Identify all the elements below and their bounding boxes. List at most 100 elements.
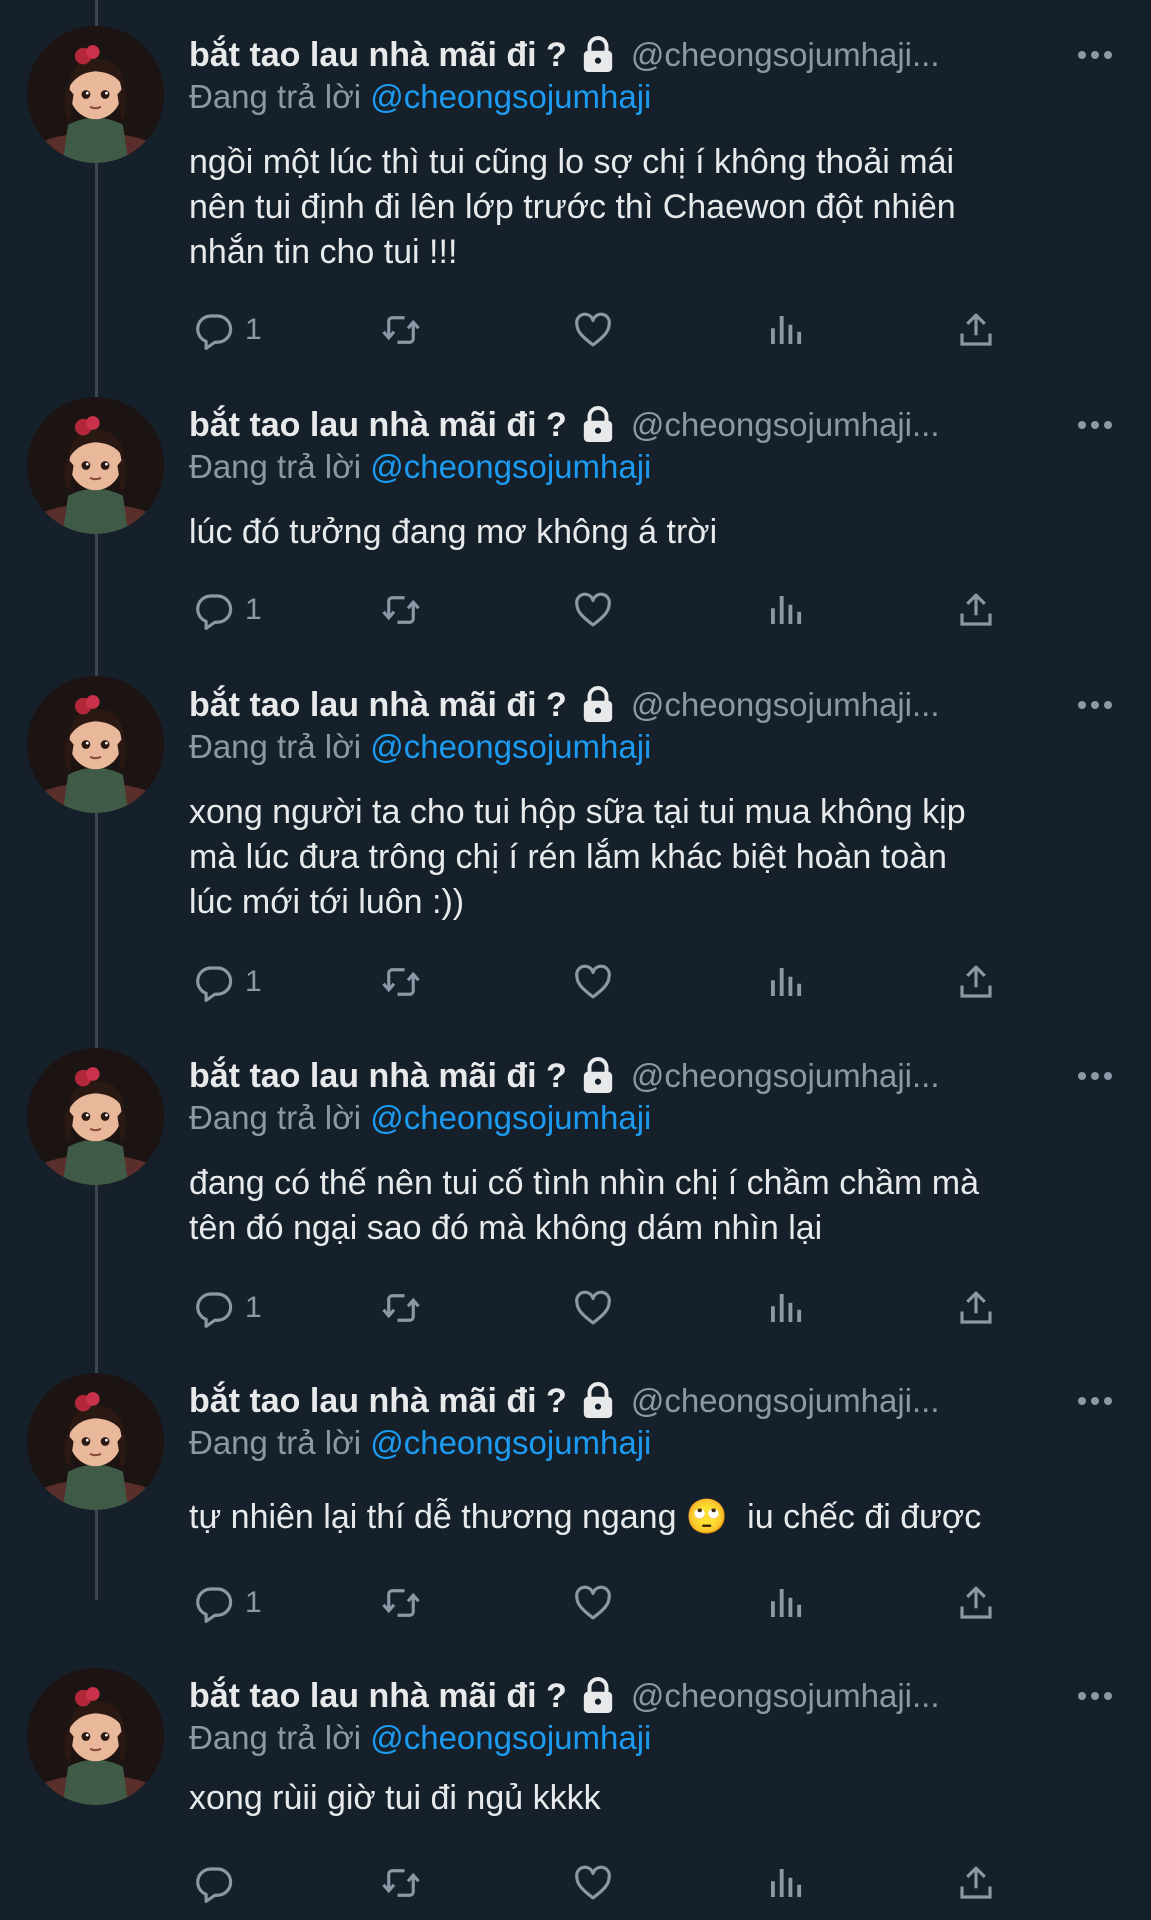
like-button[interactable] [572, 1579, 614, 1627]
views-button[interactable] [764, 306, 806, 354]
replying-to-label: Đang trả lời [189, 78, 362, 115]
thread-page: bắt tao lau nhà mãi đi ? @cheongsojumhaj… [0, 0, 1151, 1920]
author-handle[interactable]: @cheongsojumhaji... [631, 36, 940, 74]
author-name[interactable]: bắt tao lau nhà mãi đi ? [189, 1677, 567, 1716]
views-icon [771, 968, 802, 996]
share-icon [960, 1291, 992, 1324]
views-button[interactable] [764, 958, 806, 1006]
retweet-icon [382, 596, 420, 624]
avatar-image [27, 26, 164, 163]
retweet-button[interactable] [380, 958, 422, 1006]
tweet-header: bắt tao lau nhà mãi đi ? @cheongsojumhaj… [189, 30, 940, 80]
reply-button[interactable]: 1 [193, 306, 262, 354]
like-icon [575, 312, 611, 347]
retweet-button[interactable] [380, 1859, 422, 1907]
replying-to-mention[interactable]: @cheongsojumhaji [370, 1719, 651, 1756]
avatar[interactable] [27, 1048, 164, 1185]
author-handle[interactable]: @cheongsojumhaji... [631, 1677, 940, 1715]
like-button[interactable] [572, 958, 614, 1006]
views-icon [771, 1589, 802, 1617]
reply-button[interactable]: 1 [193, 958, 262, 1006]
like-button[interactable] [572, 1284, 614, 1332]
share-button[interactable] [955, 1859, 997, 1907]
author-handle[interactable]: @cheongsojumhaji... [631, 686, 940, 724]
replying-to-label: Đang trả lời [189, 1719, 362, 1756]
replying-to: Đang trả lời @cheongsojumhaji [189, 78, 651, 116]
views-button[interactable] [764, 1859, 806, 1907]
share-icon [960, 1586, 992, 1619]
retweet-button[interactable] [380, 1579, 422, 1627]
tweet-actions: 1 [189, 586, 1089, 634]
more-icon[interactable] [1077, 1071, 1113, 1081]
like-button[interactable] [572, 1859, 614, 1907]
replying-to-mention[interactable]: @cheongsojumhaji [370, 448, 651, 485]
like-button[interactable] [572, 586, 614, 634]
reply-icon [196, 966, 233, 1002]
reply-button[interactable]: 1 [193, 586, 262, 634]
like-icon [575, 1585, 611, 1620]
share-button[interactable] [955, 306, 997, 354]
share-button[interactable] [955, 586, 997, 634]
tweet-text: xong rùii giờ tui đi ngủ kkkk [189, 1779, 601, 1817]
like-icon [575, 592, 611, 627]
more-icon[interactable] [1077, 50, 1113, 60]
views-button[interactable] [764, 586, 806, 634]
replying-to-label: Đang trả lời [189, 448, 362, 485]
share-button[interactable] [955, 958, 997, 1006]
tweet-header: bắt tao lau nhà mãi đi ? @cheongsojumhaj… [189, 400, 940, 450]
retweet-button[interactable] [380, 306, 422, 354]
replying-to-mention[interactable]: @cheongsojumhaji [370, 1424, 651, 1461]
author-name[interactable]: bắt tao lau nhà mãi đi ? [189, 36, 567, 75]
tweet-header: bắt tao lau nhà mãi đi ? @cheongsojumhaj… [189, 1671, 940, 1721]
more-icon[interactable] [1077, 700, 1113, 710]
avatar-image [27, 676, 164, 813]
replying-to-mention[interactable]: @cheongsojumhaji [370, 728, 651, 765]
reply-button[interactable]: 1 [193, 1284, 262, 1332]
tweet-actions [189, 1859, 1089, 1907]
replying-to-mention[interactable]: @cheongsojumhaji [370, 1099, 651, 1136]
like-button[interactable] [572, 306, 614, 354]
author-handle[interactable]: @cheongsojumhaji... [631, 1382, 940, 1420]
avatar[interactable] [27, 1373, 164, 1510]
reply-count: 1 [245, 1291, 262, 1324]
views-icon [771, 596, 802, 624]
retweet-button[interactable] [380, 1284, 422, 1332]
reply-icon [196, 1867, 233, 1903]
avatar[interactable] [27, 26, 164, 163]
views-button[interactable] [764, 1284, 806, 1332]
lock-icon [583, 1057, 612, 1093]
author-handle[interactable]: @cheongsojumhaji... [631, 406, 940, 444]
author-name[interactable]: bắt tao lau nhà mãi đi ? [189, 1382, 567, 1421]
tweet-header: bắt tao lau nhà mãi đi ? @cheongsojumhaj… [189, 1051, 940, 1101]
tweet-text: đang có thế nên tui cố tình nhìn chị í c… [189, 1164, 980, 1247]
avatar-image [27, 1048, 164, 1185]
avatar[interactable] [27, 397, 164, 534]
reply-button[interactable]: 1 [193, 1579, 262, 1627]
replying-to-mention[interactable]: @cheongsojumhaji [370, 78, 651, 115]
author-handle[interactable]: @cheongsojumhaji... [631, 1057, 940, 1095]
reply-icon [196, 314, 233, 350]
avatar[interactable] [27, 1668, 164, 1805]
lock-icon [583, 406, 612, 442]
more-icon[interactable] [1077, 420, 1113, 430]
like-icon [575, 964, 611, 999]
author-name[interactable]: bắt tao lau nhà mãi đi ? [189, 406, 567, 445]
share-button[interactable] [955, 1284, 997, 1332]
retweet-icon [382, 1869, 420, 1897]
views-button[interactable] [764, 1579, 806, 1627]
share-button[interactable] [955, 1579, 997, 1627]
replying-to: Đang trả lời @cheongsojumhaji [189, 1424, 651, 1462]
reply-count: 1 [245, 1586, 262, 1619]
more-icon[interactable] [1077, 1691, 1113, 1701]
retweet-button[interactable] [380, 586, 422, 634]
reply-button[interactable] [193, 1859, 245, 1907]
author-name[interactable]: bắt tao lau nhà mãi đi ? [189, 1057, 567, 1096]
avatar[interactable] [27, 676, 164, 813]
share-icon [960, 965, 992, 998]
tweet-text: xong người ta cho tui hộp sữa tại tui mu… [189, 793, 966, 921]
views-icon [771, 316, 802, 344]
more-icon[interactable] [1077, 1396, 1113, 1406]
tweet-actions: 1 [189, 1579, 1089, 1627]
author-name[interactable]: bắt tao lau nhà mãi đi ? [189, 686, 567, 725]
replying-to-label: Đang trả lời [189, 728, 362, 765]
